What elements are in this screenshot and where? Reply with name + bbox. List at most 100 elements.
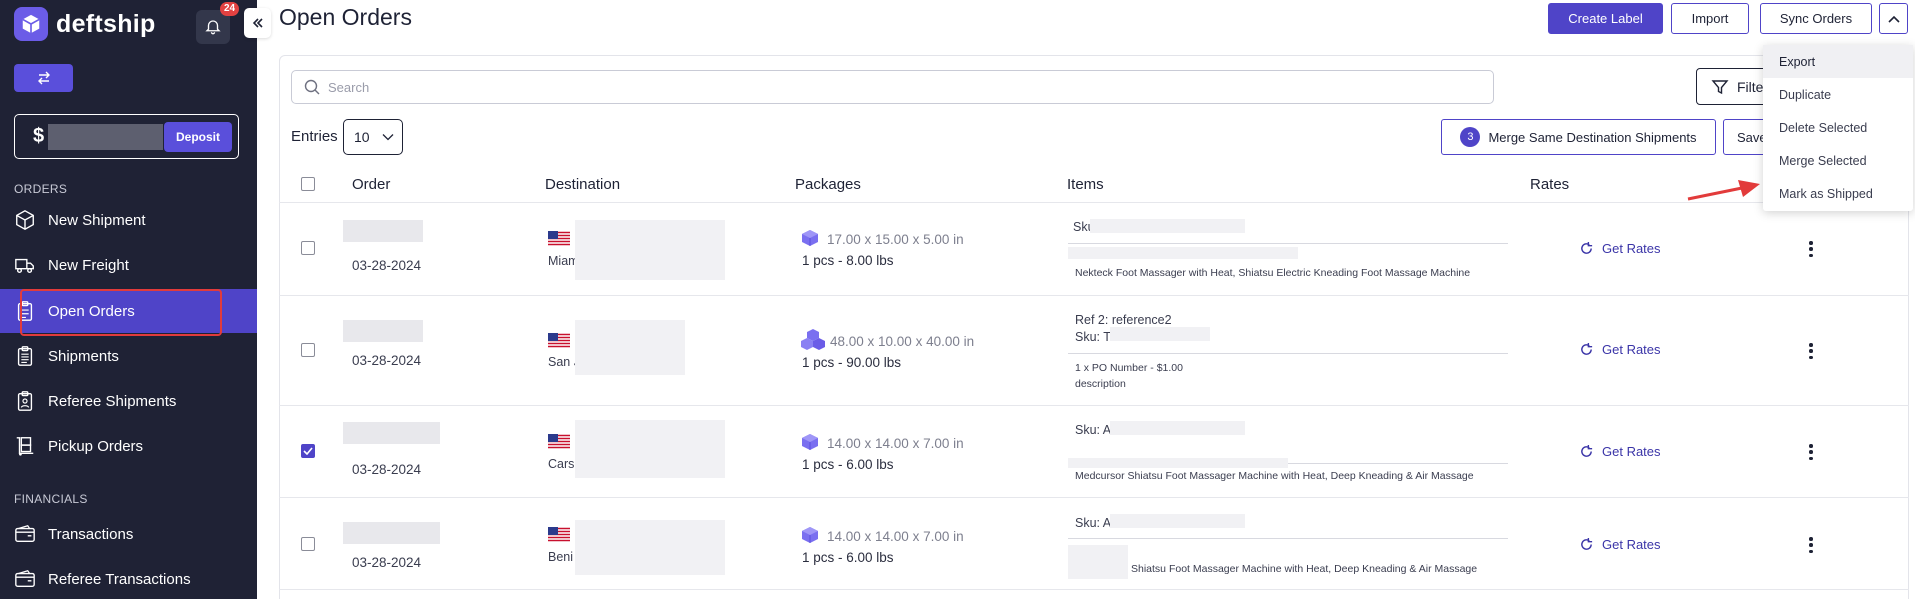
package-dimensions: 14.00 x 14.00 x 7.00 in xyxy=(827,436,964,451)
package-dimensions: 48.00 x 10.00 x 40.00 in xyxy=(830,334,975,349)
menu-item-merge-selected[interactable]: Merge Selected xyxy=(1763,144,1913,177)
order-date: 03-28-2024 xyxy=(352,555,422,570)
sidebar-item-pickup-orders[interactable]: Pickup Orders xyxy=(0,424,257,468)
sku-redacted xyxy=(1110,421,1245,435)
row-actions-menu-icon[interactable] xyxy=(1803,239,1819,259)
menu-item-duplicate[interactable]: Duplicate xyxy=(1763,78,1913,111)
order-date: 03-28-2024 xyxy=(352,462,422,477)
header-divider xyxy=(279,202,1909,203)
item-description: description xyxy=(1075,378,1126,390)
sidebar-item-transactions[interactable]: Transactions xyxy=(0,512,257,556)
search-input[interactable] xyxy=(328,79,1428,95)
destination-city: Cars xyxy=(548,457,575,471)
search-box[interactable] xyxy=(291,70,1494,104)
order-id-redacted xyxy=(343,422,440,444)
row-actions-menu-icon[interactable] xyxy=(1803,341,1819,361)
row-divider xyxy=(279,405,1909,406)
us-flag-icon xyxy=(548,434,570,449)
item-description: Medcursor Shiatsu Foot Massager Machine … xyxy=(1075,470,1474,482)
order-id-redacted xyxy=(343,320,423,342)
order-date: 03-28-2024 xyxy=(352,258,422,273)
get-rates-button[interactable]: Get Rates xyxy=(1579,241,1661,256)
column-header-items[interactable]: Items xyxy=(1067,176,1104,193)
row-divider xyxy=(279,295,1909,296)
orders-section-label: ORDERS xyxy=(14,182,68,196)
entries-value: 10 xyxy=(354,129,370,145)
row-divider xyxy=(279,589,1909,590)
get-rates-button[interactable]: Get Rates xyxy=(1579,342,1661,357)
deposit-button[interactable]: Deposit xyxy=(163,122,232,152)
sync-orders-button[interactable]: Sync Orders xyxy=(1760,3,1872,34)
sidebar-item-referee-transactions[interactable]: Referee Transactions xyxy=(0,557,257,599)
row-checkbox[interactable] xyxy=(301,537,315,551)
destination-city: Miam xyxy=(548,254,579,268)
package-count-weight: 1 pcs - 6.00 lbs xyxy=(802,550,894,565)
create-label-button[interactable]: Create Label xyxy=(1548,3,1663,34)
sku-redacted xyxy=(1110,514,1245,528)
destination-redacted xyxy=(575,420,725,478)
row-checkbox[interactable] xyxy=(301,343,315,357)
merge-count-badge: 3 xyxy=(1460,127,1481,147)
switch-account-button[interactable] xyxy=(14,64,73,92)
chevron-up-icon xyxy=(1887,15,1900,23)
double-chevron-left-icon xyxy=(252,18,263,28)
chevron-down-icon xyxy=(382,134,394,141)
sidebar: deftship 24 $ Deposit ORDERS New Shipmen… xyxy=(0,0,257,599)
search-icon xyxy=(304,79,320,95)
us-flag-icon xyxy=(548,231,570,246)
item-sku: Sku: A xyxy=(1075,423,1112,437)
item-reference: Ref 2: reference2 xyxy=(1075,313,1172,327)
us-flag-icon xyxy=(548,527,570,542)
more-actions-toggle[interactable] xyxy=(1879,3,1908,34)
column-header-packages[interactable]: Packages xyxy=(795,176,861,193)
package-dimensions: 14.00 x 14.00 x 7.00 in xyxy=(827,529,964,544)
sidebar-item-shipments[interactable]: Shipments xyxy=(0,334,257,378)
sidebar-item-referee-shipments[interactable]: Referee Shipments xyxy=(0,379,257,423)
sidebar-item-new-shipment[interactable]: New Shipment xyxy=(0,198,257,242)
column-header-destination[interactable]: Destination xyxy=(545,176,620,193)
menu-item-export[interactable]: Export xyxy=(1763,45,1913,78)
notification-count-badge: 24 xyxy=(220,2,240,16)
us-flag-icon xyxy=(548,333,570,348)
package-cube-icon xyxy=(802,434,818,450)
column-header-rates[interactable]: Rates xyxy=(1530,176,1569,193)
package-count-weight: 1 pcs - 90.00 lbs xyxy=(802,355,902,370)
logo[interactable]: deftship xyxy=(14,6,156,42)
sidebar-item-label: Pickup Orders xyxy=(48,437,144,455)
merge-same-destination-button[interactable]: 3 Merge Same Destination Shipments xyxy=(1441,119,1716,155)
packages-stack-icon xyxy=(801,329,825,350)
get-rates-button[interactable]: Get Rates xyxy=(1579,537,1661,552)
column-header-order[interactable]: Order xyxy=(352,176,390,193)
item-redacted xyxy=(1068,458,1288,468)
item-description: Nekteck Foot Massager with Heat, Shiatsu… xyxy=(1075,267,1471,279)
box-icon xyxy=(16,210,34,230)
order-id-redacted xyxy=(343,220,423,242)
row-actions-menu-icon[interactable] xyxy=(1803,535,1819,555)
clipboard-user-icon xyxy=(17,391,33,411)
item-sku: Sku: T xyxy=(1075,330,1111,344)
logo-text: deftship xyxy=(56,9,156,38)
get-rates-button[interactable]: Get Rates xyxy=(1579,444,1661,459)
sidebar-item-new-freight[interactable]: New Freight xyxy=(0,243,257,287)
menu-item-delete-selected[interactable]: Delete Selected xyxy=(1763,111,1913,144)
sku-redacted xyxy=(1090,219,1245,233)
balance-box: $ Deposit xyxy=(14,114,239,159)
row-checkbox-checked[interactable] xyxy=(301,444,315,458)
order-id-redacted xyxy=(343,522,440,544)
clipboard-list-icon xyxy=(17,346,33,366)
row-actions-menu-icon[interactable] xyxy=(1803,442,1819,462)
destination-city: Beni xyxy=(548,550,574,564)
select-all-checkbox[interactable] xyxy=(301,177,315,191)
sidebar-item-label: Shipments xyxy=(48,347,119,365)
entries-select[interactable]: 10 xyxy=(343,119,403,155)
menu-item-mark-as-shipped[interactable]: Mark as Shipped xyxy=(1763,177,1913,210)
refresh-icon xyxy=(1581,342,1593,355)
row-checkbox[interactable] xyxy=(301,241,315,255)
refresh-icon xyxy=(1581,537,1593,550)
item-description: Shiatsu Foot Massager Machine with Heat,… xyxy=(1131,563,1478,575)
import-button[interactable]: Import xyxy=(1671,3,1749,34)
get-rates-label: Get Rates xyxy=(1602,537,1661,552)
collapse-sidebar-button[interactable] xyxy=(244,8,271,38)
sidebar-item-label: Transactions xyxy=(48,525,134,543)
order-date: 03-28-2024 xyxy=(352,353,422,368)
